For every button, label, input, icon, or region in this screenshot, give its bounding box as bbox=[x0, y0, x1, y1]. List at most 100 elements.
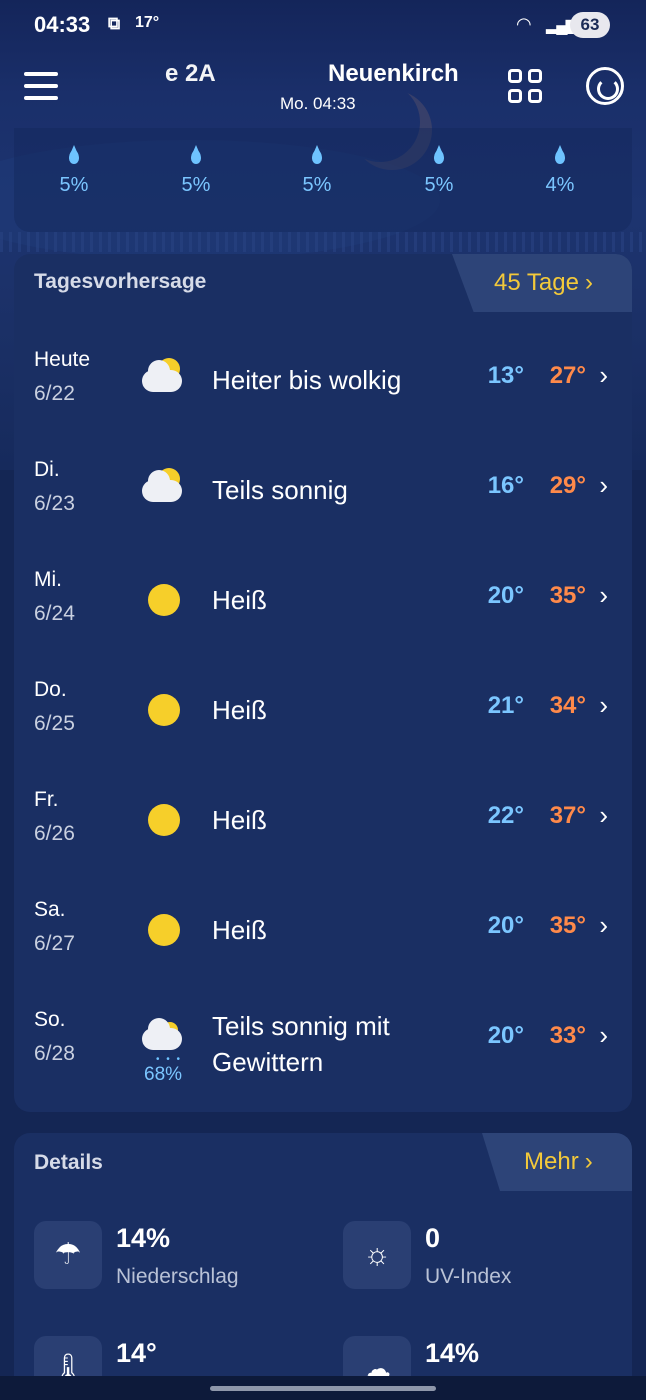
more-button[interactable]: Mehr › bbox=[482, 1133, 632, 1191]
status-time: 04:33 bbox=[34, 12, 91, 37]
sun-icon bbox=[140, 686, 186, 732]
day-row[interactable]: Sa. 6/27 Heiß 20° 35° › bbox=[14, 898, 632, 1008]
chevron-right-icon: › bbox=[599, 690, 608, 720]
detail-value: 14% bbox=[116, 1223, 171, 1253]
radar-icon[interactable] bbox=[586, 67, 624, 105]
chevron-right-icon: › bbox=[599, 910, 608, 940]
chevron-right-icon: › bbox=[599, 1020, 608, 1050]
temp-high: 29° bbox=[549, 472, 586, 499]
day-date: 6/22 bbox=[34, 382, 75, 405]
precip-item: 5% bbox=[44, 145, 104, 197]
day-description: Teils sonnig mit Gewittern bbox=[212, 1011, 390, 1077]
temp-high: 33° bbox=[549, 1022, 586, 1049]
menu-icon[interactable] bbox=[24, 72, 58, 102]
day-row[interactable]: Fr. 6/26 Heiß 22° 37° › bbox=[14, 788, 632, 898]
daily-forecast-card: Tagesvorhersage 45 Tage › Heute 6/22 Heit… bbox=[14, 254, 632, 1112]
status-bar: 04:33 ⧉ 17° ◠ ▂▄▆ 63 bbox=[0, 0, 646, 52]
chevron-right-icon: › bbox=[599, 580, 608, 610]
chevron-right-icon: › bbox=[599, 800, 608, 830]
temp-high: 27° bbox=[549, 362, 586, 389]
day-name: Mi. bbox=[34, 568, 62, 591]
precip-item: 5% bbox=[287, 145, 347, 197]
detail-value: 14% bbox=[425, 1338, 480, 1368]
day-row[interactable]: So. 6/28 • • • 68% Teils sonnig mit Gewi… bbox=[14, 1008, 632, 1112]
day-row[interactable]: Mi. 6/24 Heiß 20° 35° › bbox=[14, 568, 632, 678]
app-header: e 2A Neuenkirch Mo. 04:33 bbox=[0, 52, 646, 128]
uv-sun-icon: ☼ bbox=[343, 1221, 411, 1289]
precip-item: 4% bbox=[530, 145, 590, 197]
hourly-precip-strip[interactable]: 5% 5% 5% 5% 4% bbox=[14, 128, 632, 232]
home-gesture-handle[interactable] bbox=[210, 1386, 436, 1391]
raindrop-icon bbox=[191, 145, 201, 164]
raindrop-icon bbox=[434, 145, 444, 164]
detail-label: Niederschlag bbox=[116, 1265, 239, 1288]
widgets-grid-icon[interactable] bbox=[508, 69, 542, 103]
temp-high: 35° bbox=[549, 582, 586, 609]
status-temperature: 17° bbox=[135, 14, 160, 31]
45-days-label: 45 Tage bbox=[494, 269, 579, 296]
chevron-right-icon: › bbox=[584, 269, 593, 296]
day-name: Sa. bbox=[34, 898, 66, 921]
temp-low: 13° bbox=[487, 362, 524, 389]
chevron-right-icon: › bbox=[584, 1148, 593, 1175]
day-date: 6/28 bbox=[34, 1042, 75, 1065]
day-description: Heiß bbox=[212, 805, 267, 835]
precip-item: 5% bbox=[409, 145, 469, 197]
background-trees bbox=[0, 232, 646, 252]
current-location-title[interactable]: Neuenkirch bbox=[328, 60, 478, 88]
detail-value: 0 bbox=[425, 1223, 441, 1253]
battery-indicator: 63 bbox=[570, 12, 610, 38]
day-description: Heiter bis wolkig bbox=[212, 365, 402, 395]
thunderstorm-icon: • • • bbox=[140, 1016, 186, 1065]
day-name: So. bbox=[34, 1008, 66, 1031]
umbrella-icon: ☂ bbox=[34, 1221, 102, 1289]
chevron-right-icon: › bbox=[599, 470, 608, 500]
sun-icon bbox=[140, 576, 186, 622]
precip-value: 5% bbox=[424, 174, 454, 196]
chevron-right-icon: › bbox=[599, 360, 608, 390]
more-label: Mehr bbox=[524, 1148, 579, 1175]
temp-low: 21° bbox=[487, 692, 524, 719]
temp-low: 20° bbox=[487, 912, 524, 939]
temp-low: 20° bbox=[487, 1022, 524, 1049]
day-row[interactable]: Heute 6/22 Heiter bis wolkig 13° 27° › bbox=[14, 348, 632, 458]
precip-value: 4% bbox=[545, 174, 575, 196]
previous-location-title[interactable]: e 2A bbox=[165, 60, 216, 88]
45-days-button[interactable]: 45 Tage › bbox=[452, 254, 632, 312]
rain-chance: 68% bbox=[144, 1064, 183, 1085]
raindrop-icon bbox=[312, 145, 322, 164]
day-name: Fr. bbox=[34, 788, 59, 811]
raindrop-icon bbox=[69, 145, 79, 164]
day-date: 6/26 bbox=[34, 822, 75, 845]
screenshot-icon: ⧉ bbox=[108, 14, 121, 33]
wifi-icon: ◠ bbox=[516, 14, 532, 34]
partly-cloudy-icon bbox=[140, 466, 186, 512]
day-name: Di. bbox=[34, 458, 60, 481]
day-date: 6/24 bbox=[34, 602, 75, 625]
precip-value: 5% bbox=[59, 174, 89, 196]
temp-low: 20° bbox=[487, 582, 524, 609]
day-description: Heiß bbox=[212, 915, 267, 945]
day-date: 6/27 bbox=[34, 932, 75, 955]
day-row[interactable]: Di. 6/23 Teils sonnig 16° 29° › bbox=[14, 458, 632, 568]
raindrop-icon bbox=[555, 145, 565, 164]
sun-icon bbox=[140, 906, 186, 952]
day-name: Heute bbox=[34, 348, 91, 371]
partly-cloudy-icon bbox=[140, 356, 186, 402]
detail-uv-index[interactable]: ☼ 0 UV-Index bbox=[323, 1221, 603, 1301]
detail-value: 14° bbox=[116, 1338, 157, 1368]
details-card: Details Mehr › ☂ 14% Niederschlag ☼ 0 UV-… bbox=[14, 1133, 632, 1400]
precip-value: 5% bbox=[302, 174, 332, 196]
temp-high: 34° bbox=[549, 692, 586, 719]
day-description: Heiß bbox=[212, 585, 267, 615]
temp-low: 22° bbox=[487, 802, 524, 829]
day-name: Do. bbox=[34, 678, 67, 701]
temp-low: 16° bbox=[487, 472, 524, 499]
temp-high: 35° bbox=[549, 912, 586, 939]
sun-icon bbox=[140, 796, 186, 842]
detail-precipitation[interactable]: ☂ 14% Niederschlag bbox=[14, 1221, 294, 1301]
precip-value: 5% bbox=[181, 174, 211, 196]
day-description: Heiß bbox=[212, 695, 267, 725]
day-row[interactable]: Do. 6/25 Heiß 21° 34° › bbox=[14, 678, 632, 788]
precip-item: 5% bbox=[166, 145, 226, 197]
